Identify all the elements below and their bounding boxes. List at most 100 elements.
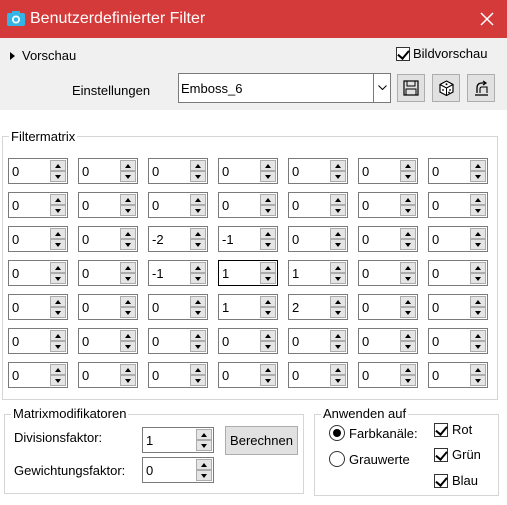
spin-down-button[interactable] <box>400 205 416 216</box>
matrix-cell-spinner[interactable]: 0 <box>428 192 488 218</box>
matrix-cell-spinner[interactable]: 0 <box>288 192 348 218</box>
spin-up-button[interactable] <box>330 364 346 375</box>
matrix-cell-spinner[interactable]: 0 <box>8 362 68 388</box>
spin-down-button[interactable] <box>260 307 276 318</box>
spin-up-button[interactable] <box>400 262 416 273</box>
reset-preset-button[interactable] <box>467 74 495 102</box>
matrix-cell-spinner[interactable]: 0 <box>78 328 138 354</box>
spin-down-button[interactable] <box>50 205 66 216</box>
green-channel-option[interactable]: Grün <box>434 447 481 462</box>
matrix-cell-spinner[interactable]: 0 <box>8 226 68 252</box>
matrix-cell-spinner[interactable]: -1 <box>218 226 278 252</box>
spin-up-button[interactable] <box>400 330 416 341</box>
matrix-cell-spinner[interactable]: 1 <box>288 260 348 286</box>
spin-up-button[interactable] <box>260 364 276 375</box>
spin-down-button[interactable] <box>330 307 346 318</box>
spin-up-button[interactable] <box>190 364 206 375</box>
spin-up-button[interactable] <box>330 330 346 341</box>
matrix-cell-spinner[interactable]: 0 <box>148 294 208 320</box>
spin-up-button[interactable] <box>120 160 136 171</box>
spin-up-button[interactable] <box>50 194 66 205</box>
spin-up-button[interactable] <box>470 160 486 171</box>
spin-up-button[interactable] <box>400 194 416 205</box>
spin-up-button[interactable] <box>120 262 136 273</box>
random-preset-button[interactable] <box>432 74 460 102</box>
spin-down-button[interactable] <box>120 171 136 182</box>
spin-up-button[interactable] <box>470 330 486 341</box>
matrix-cell-spinner[interactable]: 0 <box>218 158 278 184</box>
matrix-cell-spinner[interactable]: 0 <box>358 192 418 218</box>
matrix-cell-spinner[interactable]: 0 <box>428 362 488 388</box>
calculate-button[interactable]: Berechnen <box>225 426 298 455</box>
matrix-cell-spinner[interactable]: 0 <box>358 328 418 354</box>
matrix-cell-spinner[interactable]: 0 <box>148 192 208 218</box>
spin-down-button[interactable] <box>470 205 486 216</box>
matrix-cell-spinner[interactable]: 0 <box>358 158 418 184</box>
grayscale-radio[interactable] <box>329 451 345 467</box>
spin-up-button[interactable] <box>190 228 206 239</box>
spin-down-button[interactable] <box>190 205 206 216</box>
matrix-cell-spinner[interactable]: 0 <box>288 158 348 184</box>
spin-down-button[interactable] <box>470 307 486 318</box>
spin-up-button[interactable] <box>260 296 276 307</box>
spin-up-button[interactable] <box>470 194 486 205</box>
matrix-cell-spinner[interactable]: 0 <box>148 158 208 184</box>
spin-up-button[interactable] <box>190 262 206 273</box>
matrix-cell-spinner[interactable]: 0 <box>288 226 348 252</box>
matrix-cell-spinner[interactable]: 0 <box>78 192 138 218</box>
spin-up-button[interactable] <box>190 330 206 341</box>
spin-up-button[interactable] <box>190 160 206 171</box>
spin-down-button[interactable] <box>50 341 66 352</box>
matrix-cell-spinner[interactable]: 0 <box>148 328 208 354</box>
spin-down-button[interactable] <box>190 307 206 318</box>
matrix-cell-spinner[interactable]: 0 <box>428 328 488 354</box>
matrix-cell-spinner[interactable]: 0 <box>78 362 138 388</box>
spin-up-button[interactable] <box>196 459 212 470</box>
spin-up-button[interactable] <box>50 330 66 341</box>
matrix-cell-spinner[interactable]: 0 <box>428 158 488 184</box>
spin-down-button[interactable] <box>260 341 276 352</box>
spin-up-button[interactable] <box>470 228 486 239</box>
spin-up-button[interactable] <box>400 160 416 171</box>
spin-down-button[interactable] <box>50 171 66 182</box>
spin-up-button[interactable] <box>330 194 346 205</box>
spin-up-button[interactable] <box>470 296 486 307</box>
spin-down-button[interactable] <box>470 171 486 182</box>
spin-down-button[interactable] <box>120 307 136 318</box>
spin-down-button[interactable] <box>50 239 66 250</box>
spin-down-button[interactable] <box>120 341 136 352</box>
spin-down-button[interactable] <box>50 375 66 386</box>
color-channels-option[interactable]: Farbkanäle: <box>329 425 418 441</box>
weight-spinner[interactable]: 0 <box>142 457 214 483</box>
matrix-cell-spinner[interactable]: 0 <box>288 362 348 388</box>
spin-up-button[interactable] <box>260 194 276 205</box>
matrix-cell-spinner[interactable]: 0 <box>428 260 488 286</box>
spin-down-button[interactable] <box>470 375 486 386</box>
matrix-cell-spinner[interactable]: 0 <box>8 192 68 218</box>
spin-up-button[interactable] <box>196 429 212 440</box>
spin-up-button[interactable] <box>190 296 206 307</box>
bildvorschau-checkbox[interactable]: Bildvorschau <box>396 46 487 61</box>
spin-up-button[interactable] <box>260 262 276 273</box>
spin-down-button[interactable] <box>50 307 66 318</box>
spin-up-button[interactable] <box>470 262 486 273</box>
matrix-cell-spinner[interactable]: 0 <box>218 192 278 218</box>
red-checkbox[interactable] <box>434 422 448 437</box>
spin-down-button[interactable] <box>120 273 136 284</box>
matrix-cell-spinner[interactable]: 0 <box>428 226 488 252</box>
spin-down-button[interactable] <box>190 171 206 182</box>
spin-up-button[interactable] <box>330 160 346 171</box>
spin-down-button[interactable] <box>330 273 346 284</box>
spin-down-button[interactable] <box>400 375 416 386</box>
spin-down-button[interactable] <box>260 205 276 216</box>
grayscale-option[interactable]: Grauwerte <box>329 451 410 467</box>
matrix-cell-spinner[interactable]: 0 <box>8 328 68 354</box>
spin-up-button[interactable] <box>50 364 66 375</box>
spin-down-button[interactable] <box>190 375 206 386</box>
matrix-cell-spinner[interactable]: 0 <box>78 294 138 320</box>
settings-dropdown[interactable]: Emboss_6 <box>178 73 391 103</box>
matrix-cell-spinner[interactable]: 0 <box>218 362 278 388</box>
spin-down-button[interactable] <box>50 273 66 284</box>
matrix-cell-spinner[interactable]: 0 <box>8 294 68 320</box>
green-checkbox[interactable] <box>434 447 448 462</box>
